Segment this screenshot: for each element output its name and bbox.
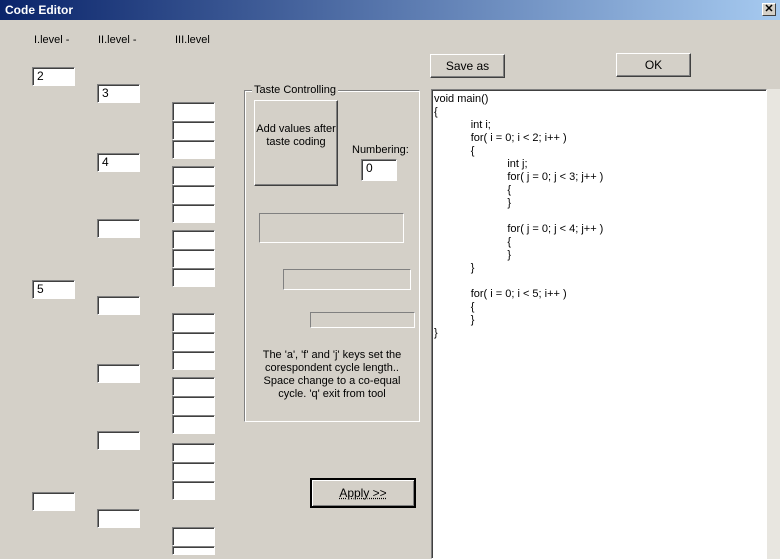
level3-input-8[interactable]	[172, 249, 215, 268]
code-editor[interactable]: void main() { int i; for( i = 0; i < 2; …	[431, 89, 767, 559]
level2-input-2[interactable]: 4	[97, 153, 140, 172]
close-button[interactable]: ✕	[762, 3, 776, 16]
add-values-button[interactable]: Add values after taste coding	[254, 100, 338, 186]
level3-input-17[interactable]	[172, 462, 215, 481]
save-as-button[interactable]: Save as	[430, 54, 505, 78]
level3-input-4[interactable]	[172, 166, 215, 185]
level2-input-3[interactable]	[97, 219, 140, 238]
level1-input-1[interactable]: 2	[32, 67, 75, 86]
level1-input-2[interactable]: 5	[32, 280, 75, 299]
apply-button[interactable]: Apply >>	[310, 478, 416, 508]
level3-input-11[interactable]	[172, 332, 215, 351]
level3-input-5[interactable]	[172, 185, 215, 204]
level2-input-1[interactable]: 3	[97, 84, 140, 103]
numbering-label: Numbering:	[352, 144, 409, 156]
level3-input-20[interactable]	[172, 546, 215, 555]
level3-input-2[interactable]	[172, 121, 215, 140]
progress-bar-2	[283, 269, 411, 290]
level2-input-4[interactable]	[97, 296, 140, 315]
progress-bar-1	[259, 213, 404, 243]
level3-input-10[interactable]	[172, 313, 215, 332]
level3-label: III.level	[175, 34, 210, 46]
level3-input-1[interactable]	[172, 102, 215, 121]
level2-input-5[interactable]	[97, 364, 140, 383]
level3-input-9[interactable]	[172, 268, 215, 287]
level3-input-19[interactable]	[172, 527, 215, 546]
level2-input-6[interactable]	[97, 431, 140, 450]
level2-label: II.level -	[98, 34, 137, 46]
level3-input-12[interactable]	[172, 351, 215, 370]
title-bar: Code Editor ✕	[0, 0, 780, 20]
level3-input-14[interactable]	[172, 396, 215, 415]
numbering-input[interactable]: 0	[361, 159, 397, 181]
help-text: The 'a', 'f' and 'j' keys set the coresp…	[262, 349, 402, 400]
level3-input-16[interactable]	[172, 443, 215, 462]
level3-input-6[interactable]	[172, 204, 215, 223]
ok-button[interactable]: OK	[616, 53, 691, 77]
level3-input-18[interactable]	[172, 481, 215, 500]
level3-input-7[interactable]	[172, 230, 215, 249]
level3-input-3[interactable]	[172, 140, 215, 159]
level1-label: I.level -	[34, 34, 70, 46]
taste-controlling-title: Taste Controlling	[252, 84, 338, 96]
apply-button-label: Apply >>	[339, 486, 387, 500]
level1-input-3[interactable]	[32, 492, 75, 511]
level3-input-15[interactable]	[172, 415, 215, 434]
level2-input-7[interactable]	[97, 509, 140, 528]
window-title: Code Editor	[5, 3, 73, 17]
level3-input-13[interactable]	[172, 377, 215, 396]
close-icon: ✕	[764, 3, 774, 15]
code-scrollbar[interactable]	[767, 89, 780, 559]
progress-bar-3	[310, 312, 415, 328]
